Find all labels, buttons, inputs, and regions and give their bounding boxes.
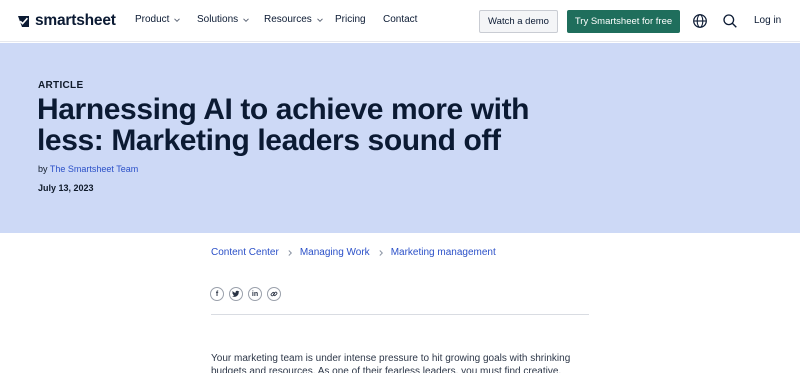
nav-contact[interactable]: Contact [383, 14, 417, 25]
smartsheet-logo[interactable]: smartsheet [17, 12, 116, 30]
breadcrumb-content-center[interactable]: Content Center [211, 247, 279, 258]
breadcrumb-marketing-management[interactable]: Marketing management [391, 247, 496, 258]
breadcrumb: Content Center Managing Work Marketing m… [211, 247, 496, 258]
chain-link-glyph [270, 291, 278, 297]
twitter-icon[interactable] [229, 287, 243, 301]
author-link[interactable]: The Smartsheet Team [50, 164, 138, 174]
login-link[interactable]: Log in [754, 15, 781, 26]
chevron-right-icon [379, 249, 383, 256]
nav-pricing[interactable]: Pricing [335, 14, 366, 25]
facebook-icon[interactable]: f [210, 287, 224, 301]
article-intro: Your marketing team is under intense pre… [211, 353, 571, 373]
article-hero: ARTICLE Harnessing AI to achieve more wi… [0, 43, 800, 233]
nav-solutions-label: Solutions [197, 14, 239, 25]
link-icon[interactable] [267, 287, 281, 301]
globe-icon[interactable] [692, 13, 708, 29]
breadcrumb-managing-work[interactable]: Managing Work [300, 247, 370, 258]
nav-resources-label: Resources [264, 14, 312, 25]
nav-product-label: Product [135, 14, 170, 25]
search-icon[interactable] [722, 13, 738, 29]
article-eyebrow: ARTICLE [38, 80, 84, 91]
chevron-down-icon [316, 17, 323, 22]
chevron-right-icon [288, 249, 292, 256]
chevron-down-icon [174, 17, 181, 22]
linkedin-icon[interactable]: in [248, 287, 262, 301]
nav-contact-label: Contact [383, 14, 418, 25]
article-title: Harnessing AI to achieve more with less:… [37, 93, 530, 157]
watch-demo-button[interactable]: Watch a demo [479, 10, 558, 33]
try-free-button[interactable]: Try Smartsheet for free [567, 10, 680, 33]
nav-pricing-label: Pricing [335, 14, 366, 25]
top-nav: smartsheet Product Solutions Resources P… [0, 0, 800, 42]
smartsheet-logo-icon [18, 16, 29, 27]
nav-resources[interactable]: Resources [264, 14, 324, 25]
chevron-down-icon [243, 17, 249, 22]
share-bar: f in [210, 287, 286, 301]
byline-prefix: by [38, 164, 48, 174]
twitter-bird-glyph [232, 290, 240, 297]
brand-name: smartsheet [35, 12, 116, 29]
article-byline: by The Smartsheet Team [38, 164, 138, 174]
nav-solutions[interactable]: Solutions [197, 14, 250, 25]
article-date: July 13, 2023 [38, 183, 94, 193]
nav-product[interactable]: Product [135, 14, 181, 25]
share-divider [211, 314, 589, 315]
